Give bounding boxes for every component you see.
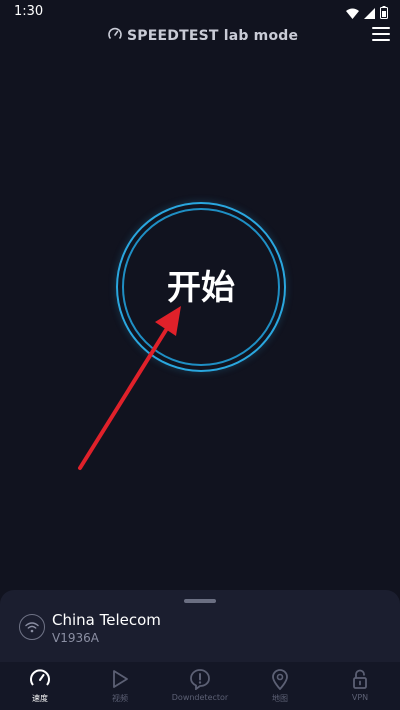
nav-item-speed[interactable]: 速度 xyxy=(0,662,80,710)
wifi-status-icon xyxy=(346,4,359,23)
map-pin-icon xyxy=(269,668,291,690)
app-title: SPEEDTEST lab mode xyxy=(127,27,299,44)
status-icons xyxy=(346,4,388,23)
provider-name: China Telecom xyxy=(52,611,161,629)
nav-item-downdetector[interactable]: Downdetector xyxy=(160,662,240,710)
status-bar: 1:30 xyxy=(0,0,400,24)
app-screen: 1:30 SPEEDTEST lab mode 开始 China Telecom… xyxy=(0,0,400,710)
bottom-nav: 速度 视频 Downdetector 地图 VPN xyxy=(0,662,400,710)
nav-label-speed: 速度 xyxy=(32,694,48,703)
sheet-drag-handle[interactable] xyxy=(184,599,216,603)
menu-icon-bar xyxy=(372,39,390,41)
start-button-label: 开始 xyxy=(167,267,235,308)
status-time: 1:30 xyxy=(14,4,44,19)
speedometer-icon xyxy=(108,26,122,45)
nav-label-map: 地图 xyxy=(272,694,288,703)
wifi-icon xyxy=(19,614,45,640)
menu-button[interactable] xyxy=(372,26,390,42)
menu-icon-bar xyxy=(372,27,390,29)
battery-icon xyxy=(380,4,388,23)
play-icon xyxy=(109,668,131,690)
network-info-sheet[interactable]: China Telecom V1936A xyxy=(0,590,400,662)
lock-icon xyxy=(349,668,371,690)
nav-item-video[interactable]: 视频 xyxy=(80,662,160,710)
menu-icon-bar xyxy=(372,33,390,35)
start-test-button[interactable]: 开始 xyxy=(116,202,286,372)
header-title-group: SPEEDTEST lab mode xyxy=(108,26,298,45)
signal-icon xyxy=(364,4,375,23)
server-name: V1936A xyxy=(52,631,99,645)
nav-item-map[interactable]: 地图 xyxy=(240,662,320,710)
nav-label-downdetector: Downdetector xyxy=(171,693,229,702)
speedometer-icon xyxy=(29,668,51,690)
nav-label-vpn: VPN xyxy=(351,693,369,702)
app-header: SPEEDTEST lab mode xyxy=(0,24,400,48)
nav-label-video: 视频 xyxy=(112,694,128,703)
alert-icon xyxy=(189,668,211,690)
nav-item-vpn[interactable]: VPN xyxy=(320,662,400,710)
